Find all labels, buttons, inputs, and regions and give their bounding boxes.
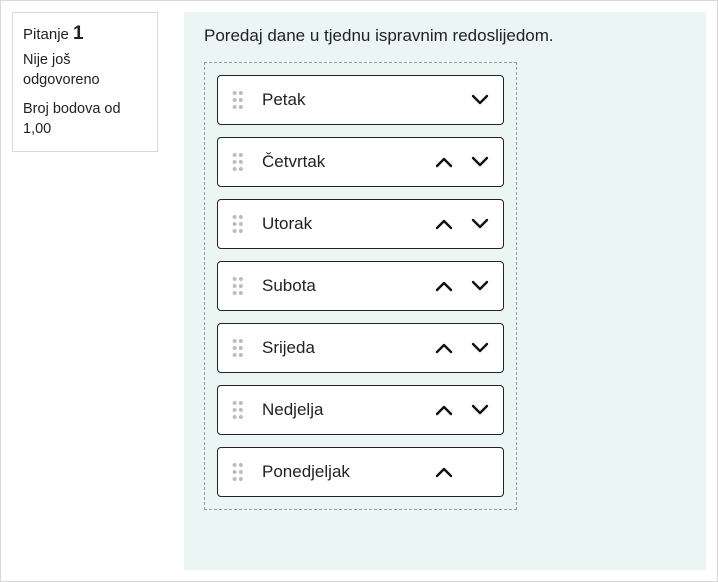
list-item[interactable]: •••••• Četvrtak xyxy=(217,137,504,187)
question-number: 1 xyxy=(73,23,84,44)
item-label: Četvrtak xyxy=(262,152,429,172)
question-marks: Broj bodova od 1,00 xyxy=(23,100,147,139)
drag-handle-icon[interactable]: •••••• xyxy=(232,462,248,483)
move-down-icon[interactable] xyxy=(471,94,489,106)
question-panel: Poredaj dane u tjednu ispravnim redoslij… xyxy=(184,12,706,570)
drag-handle-icon[interactable]: •••••• xyxy=(232,400,248,421)
list-item[interactable]: •••••• Petak xyxy=(217,75,504,125)
move-controls xyxy=(429,342,489,354)
move-up-icon[interactable] xyxy=(435,342,453,354)
drag-handle-icon[interactable]: •••••• xyxy=(232,90,248,111)
question-info-box: Pitanje 1 Nije još odgovoreno Broj bodov… xyxy=(12,12,158,152)
list-item[interactable]: •••••• Ponedjeljak xyxy=(217,447,504,497)
move-controls xyxy=(429,94,489,106)
move-controls xyxy=(429,280,489,292)
list-item[interactable]: •••••• Subota xyxy=(217,261,504,311)
move-up-icon[interactable] xyxy=(435,218,453,230)
move-controls xyxy=(429,156,489,168)
move-controls xyxy=(429,218,489,230)
move-down-icon[interactable] xyxy=(471,280,489,292)
quiz-frame: Pitanje 1 Nije još odgovoreno Broj bodov… xyxy=(0,0,718,582)
move-up-icon[interactable] xyxy=(435,280,453,292)
move-controls xyxy=(429,466,489,478)
question-status: Nije još odgovoreno xyxy=(23,51,147,90)
sortable-list: •••••• Petak •••••• Četvrtak xyxy=(204,62,517,510)
item-label: Petak xyxy=(262,90,429,110)
drag-handle-icon[interactable]: •••••• xyxy=(232,152,248,173)
drag-handle-icon[interactable]: •••••• xyxy=(232,338,248,359)
question-label: Pitanje xyxy=(23,26,69,43)
move-up-icon[interactable] xyxy=(435,404,453,416)
item-label: Srijeda xyxy=(262,338,429,358)
question-text: Poredaj dane u tjednu ispravnim redoslij… xyxy=(204,26,686,46)
drag-handle-icon[interactable]: •••••• xyxy=(232,276,248,297)
move-up-icon[interactable] xyxy=(435,466,453,478)
item-label: Utorak xyxy=(262,214,429,234)
item-label: Nedjelja xyxy=(262,400,429,420)
move-controls xyxy=(429,404,489,416)
question-number-line: Pitanje 1 xyxy=(23,23,147,45)
move-up-icon[interactable] xyxy=(435,156,453,168)
drag-handle-icon[interactable]: •••••• xyxy=(232,214,248,235)
list-item[interactable]: •••••• Nedjelja xyxy=(217,385,504,435)
list-item[interactable]: •••••• Srijeda xyxy=(217,323,504,373)
move-down-icon[interactable] xyxy=(471,218,489,230)
list-item[interactable]: •••••• Utorak xyxy=(217,199,504,249)
move-down-icon[interactable] xyxy=(471,156,489,168)
item-label: Ponedjeljak xyxy=(262,462,429,482)
move-down-icon[interactable] xyxy=(471,404,489,416)
move-down-icon[interactable] xyxy=(471,342,489,354)
item-label: Subota xyxy=(262,276,429,296)
